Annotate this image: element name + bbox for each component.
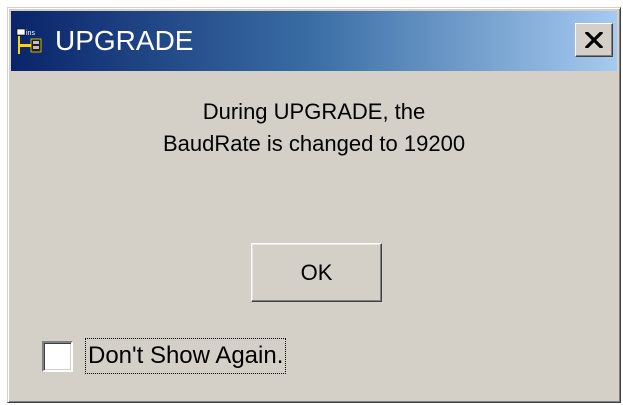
dont-show-again-label[interactable]: Don't Show Again. bbox=[84, 338, 287, 374]
ok-button[interactable]: OK bbox=[251, 243, 382, 302]
dialog-title: UPGRADE bbox=[55, 25, 194, 56]
message-text: During UPGRADE, the BaudRate is changed … bbox=[8, 96, 620, 160]
dont-show-again-checkbox[interactable] bbox=[42, 341, 73, 372]
svg-text:ins: ins bbox=[26, 30, 35, 37]
close-icon bbox=[585, 32, 603, 48]
title-bar[interactable]: ins UPGRADE bbox=[11, 11, 617, 71]
message-line-1: During UPGRADE, the bbox=[202, 99, 426, 124]
ins-connector-icon: ins bbox=[16, 28, 42, 54]
upgrade-dialog: ins UPGRADE During UPGRADE, the BaudRate… bbox=[7, 7, 621, 403]
close-button[interactable] bbox=[575, 23, 613, 57]
message-line-2: BaudRate is changed to 19200 bbox=[162, 131, 466, 156]
